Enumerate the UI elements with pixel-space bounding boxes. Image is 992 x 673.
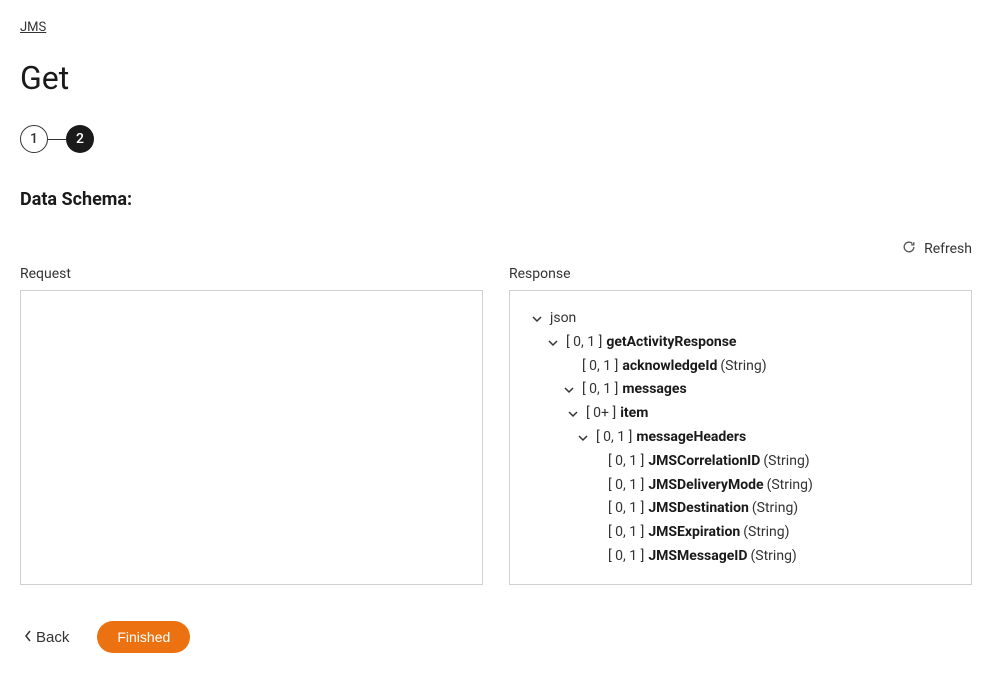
tree-node-label: json (550, 307, 576, 331)
node-name: JMSMessageID (648, 545, 747, 569)
node-type: (String) (751, 545, 797, 569)
refresh-label: Refresh (924, 241, 972, 257)
step-2[interactable]: 2 (66, 125, 94, 153)
node-name: JMSExpiration (648, 521, 740, 545)
node-type: (String) (743, 521, 789, 545)
cardinality: [ 0, 1 ] (582, 378, 618, 402)
tree-node-jmsdestination[interactable]: [ 0, 1 ] JMSDestination (String) (522, 497, 959, 521)
cardinality: [ 0, 1 ] (608, 474, 644, 498)
node-name: acknowledgeId (622, 355, 717, 379)
node-type: (String) (752, 497, 798, 521)
node-name: JMSDeliveryMode (648, 474, 763, 498)
response-panel-box: json [ 0, 1 ] getActivityResponse [ 0, 1… (509, 290, 972, 585)
step-1[interactable]: 1 (20, 125, 48, 153)
request-panel-label: Request (20, 266, 483, 282)
back-label: Back (36, 629, 69, 646)
cardinality: [ 0, 1 ] (608, 450, 644, 474)
tree-node-jmsmessageid[interactable]: [ 0, 1 ] JMSMessageID (String) (522, 545, 959, 569)
tree-node-messages[interactable]: [ 0, 1 ] messages (522, 378, 959, 402)
node-name: item (620, 402, 648, 426)
cardinality: [ 0, 1 ] (608, 521, 644, 545)
chevron-down-icon[interactable] (562, 385, 576, 395)
refresh-button[interactable]: Refresh (20, 240, 972, 258)
node-name: getActivityResponse (606, 331, 736, 355)
response-panel-label: Response (509, 266, 972, 282)
tree-node-item[interactable]: [ 0+ ] item (522, 402, 959, 426)
tree-node-acknowledgeid[interactable]: [ 0, 1 ] acknowledgeId (String) (522, 355, 959, 379)
tree-node-json[interactable]: json (522, 307, 959, 331)
chevron-down-icon[interactable] (546, 338, 560, 348)
cardinality: [ 0, 1 ] (566, 331, 602, 355)
node-type: (String) (767, 474, 813, 498)
tree-node-jmscorrelationid[interactable]: [ 0, 1 ] JMSCorrelationID (String) (522, 450, 959, 474)
response-panel: Response json [ 0, 1 ] getActivityRespon… (509, 266, 972, 585)
chevron-left-icon (24, 629, 32, 646)
tree-node-messageheaders[interactable]: [ 0, 1 ] messageHeaders (522, 426, 959, 450)
cardinality: [ 0, 1 ] (608, 497, 644, 521)
chevron-down-icon[interactable] (566, 409, 580, 419)
breadcrumb: JMS (20, 20, 972, 35)
breadcrumb-link-jms[interactable]: JMS (20, 20, 46, 35)
node-name: messageHeaders (636, 426, 746, 450)
cardinality: [ 0, 1 ] (596, 426, 632, 450)
step-connector (48, 139, 66, 140)
tree-node-jmsdeliverymode[interactable]: [ 0, 1 ] JMSDeliveryMode (String) (522, 474, 959, 498)
page-title: Get (20, 59, 972, 97)
tree-node-jmsexpiration[interactable]: [ 0, 1 ] JMSExpiration (String) (522, 521, 959, 545)
section-title: Data Schema: (20, 189, 972, 210)
node-type: (String) (763, 450, 809, 474)
tree-node-getactivityresponse[interactable]: [ 0, 1 ] getActivityResponse (522, 331, 959, 355)
request-panel-box (20, 290, 483, 585)
cardinality: [ 0, 1 ] (582, 355, 618, 379)
node-name: messages (622, 378, 686, 402)
back-button[interactable]: Back (20, 625, 73, 650)
footer: Back Finished (20, 621, 972, 653)
request-panel: Request (20, 266, 483, 585)
chevron-down-icon[interactable] (576, 433, 590, 443)
chevron-down-icon[interactable] (530, 314, 544, 324)
cardinality: [ 0+ ] (586, 402, 616, 426)
node-type: (String) (720, 355, 766, 379)
node-name: JMSDestination (648, 497, 749, 521)
cardinality: [ 0, 1 ] (608, 545, 644, 569)
stepper: 1 2 (20, 125, 972, 153)
node-name: JMSCorrelationID (648, 450, 760, 474)
refresh-icon (902, 240, 916, 258)
finished-button[interactable]: Finished (97, 621, 190, 653)
